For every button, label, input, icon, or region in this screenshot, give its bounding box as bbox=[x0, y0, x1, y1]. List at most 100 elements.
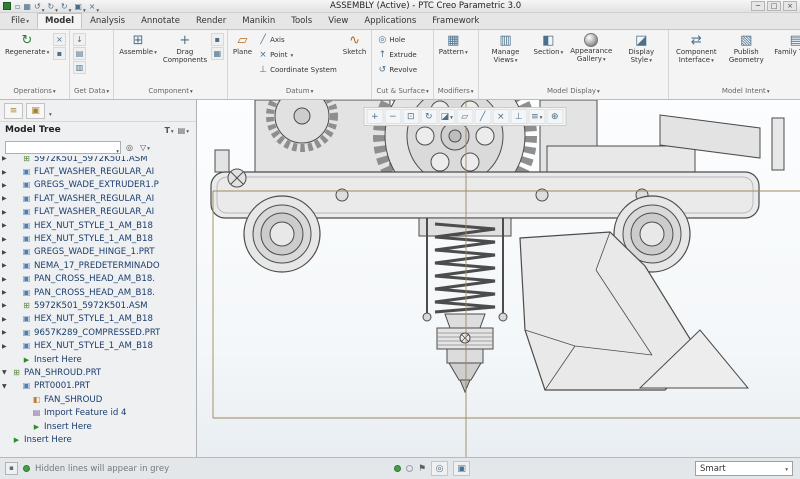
operations-tool-icon[interactable]: ▪ bbox=[53, 47, 66, 60]
search-history-caret-icon[interactable] bbox=[115, 138, 119, 157]
file-tab[interactable]: File bbox=[3, 13, 37, 29]
component-group-label[interactable]: Component bbox=[114, 87, 227, 99]
delete-icon[interactable]: × bbox=[53, 33, 66, 46]
display-style-button[interactable]: ◪ bbox=[438, 109, 455, 124]
flag-icon[interactable]: ⚑ bbox=[418, 464, 426, 474]
create-component-icon[interactable]: ▪ bbox=[211, 33, 224, 46]
regenerate-button[interactable]: ↻ Regenerate bbox=[3, 32, 51, 59]
hole-button[interactable]: ◎Hole bbox=[375, 33, 419, 47]
save-button[interactable]: ▦ bbox=[22, 1, 32, 12]
model-intent-group-label[interactable]: Model Intent bbox=[669, 87, 800, 99]
repaint-button[interactable]: ↻ bbox=[420, 109, 437, 124]
expand-arrow-icon[interactable]: ▼ bbox=[2, 383, 11, 390]
applications-tab[interactable]: Applications bbox=[356, 13, 424, 29]
small-gear[interactable] bbox=[270, 100, 334, 148]
refit-button[interactable]: ⊡ bbox=[402, 109, 419, 124]
expand-arrow-icon[interactable]: ▶ bbox=[2, 289, 11, 296]
manage-views-button[interactable]: ▥ Manage Views bbox=[482, 32, 530, 66]
tree-filter-funnel-icon[interactable]: ▽ bbox=[138, 143, 152, 152]
tree-filters-icon[interactable]: T bbox=[162, 126, 175, 135]
tree-row[interactable]: Insert Here bbox=[0, 420, 196, 433]
tree-row[interactable]: ▶ FLAT_WASHER_REGULAR_AI bbox=[0, 165, 196, 178]
tree-row[interactable]: ▶ GREGS_WADE_HINGE_1.PRT bbox=[0, 246, 196, 259]
tree-row[interactable]: ▶ HEX_NUT_STYLE_1_AM_B18 bbox=[0, 219, 196, 232]
import-icon[interactable]: ↓ bbox=[73, 33, 86, 46]
axis-button[interactable]: ╱Axis bbox=[256, 33, 339, 47]
expand-arrow-icon[interactable]: ▶ bbox=[2, 316, 11, 323]
tree-row[interactable]: ▶ PAN_CROSS_HEAD_AM_B18. bbox=[0, 273, 196, 286]
tree-row[interactable]: ▶ GREGS_WADE_EXTRUDER1.P bbox=[0, 179, 196, 192]
new-button[interactable]: ▫ bbox=[14, 1, 21, 12]
hotend[interactable] bbox=[437, 314, 493, 392]
tree-row[interactable]: ▶ NEMA_17_PREDETERMINADO bbox=[0, 259, 196, 272]
expand-arrow-icon[interactable]: ▶ bbox=[2, 169, 11, 176]
zoom-out-button[interactable]: − bbox=[384, 109, 401, 124]
3d-model-viewport[interactable] bbox=[197, 100, 800, 457]
datum-group-label[interactable]: Datum bbox=[228, 87, 372, 99]
section-button[interactable]: ◧ Section bbox=[532, 32, 566, 59]
appearance-gallery-button[interactable]: Appearance Gallery bbox=[567, 32, 615, 65]
hex-screw[interactable] bbox=[228, 169, 246, 187]
display-style-button[interactable]: ◪ Display Style bbox=[617, 32, 665, 66]
tree-row[interactable]: ▶ HEX_NUT_STYLE_1_AM_B18 bbox=[0, 313, 196, 326]
cut-surface-group-label[interactable]: Cut & Surface bbox=[372, 87, 432, 99]
find-in-tree-icon[interactable]: ◎ bbox=[124, 143, 135, 152]
find-button[interactable]: ◎ bbox=[431, 461, 448, 476]
model-display-group-label[interactable]: Model Display bbox=[479, 87, 669, 99]
component-interface-button[interactable]: ⇄ Component Interface bbox=[672, 32, 720, 66]
tools-tab[interactable]: Tools bbox=[283, 13, 320, 29]
manikin-tab[interactable]: Manikin bbox=[234, 13, 283, 29]
expand-arrow-icon[interactable]: ▶ bbox=[2, 276, 11, 283]
tree-row[interactable]: ▼ PAN_SHROUD.PRT bbox=[0, 366, 196, 379]
minimize-button[interactable]: ─ bbox=[751, 1, 765, 11]
pattern-button[interactable]: ▦ Pattern bbox=[437, 32, 470, 59]
expand-arrow-icon[interactable]: ▼ bbox=[2, 369, 11, 376]
fan-shroud[interactable] bbox=[520, 232, 748, 390]
tree-search-box[interactable] bbox=[5, 141, 121, 154]
expand-arrow-icon[interactable]: ▶ bbox=[2, 329, 11, 336]
tree-row[interactable]: ▶ PAN_CROSS_HEAD_AM_B18. bbox=[0, 286, 196, 299]
render-tab[interactable]: Render bbox=[188, 13, 234, 29]
spring[interactable] bbox=[435, 224, 495, 312]
maximize-button[interactable]: □ bbox=[767, 1, 781, 11]
datum-point-display-button[interactable]: × bbox=[492, 109, 509, 124]
tree-search-input[interactable] bbox=[6, 143, 115, 152]
model-tree-tab[interactable]: ≡ bbox=[4, 103, 23, 119]
shrinkwrap-icon[interactable]: ▥ bbox=[73, 61, 86, 74]
datum-plane-display-button[interactable]: ▱ bbox=[456, 109, 473, 124]
coordinate-system-button[interactable]: ⊥Coordinate System bbox=[256, 63, 339, 77]
close-button[interactable]: × bbox=[783, 1, 797, 11]
tree-row[interactable]: FAN_SHROUD bbox=[0, 393, 196, 406]
annotation-display-button[interactable]: ≡ bbox=[528, 109, 545, 124]
family-table-button[interactable]: ▤ Family Table bbox=[772, 32, 800, 58]
get-data-group-label[interactable]: Get Data bbox=[70, 87, 113, 99]
tree-row[interactable]: Import Feature id 4 bbox=[0, 406, 196, 419]
assemble-button[interactable]: ⊞ Assemble bbox=[117, 32, 159, 59]
expand-arrow-icon[interactable]: ▶ bbox=[2, 302, 11, 309]
tree-row[interactable]: ▶ FLAT_WASHER_REGULAR_AI bbox=[0, 206, 196, 219]
datum-axis-display-button[interactable]: ╱ bbox=[474, 109, 491, 124]
graphics-area[interactable]: + − ⊡ ↻ ◪ bbox=[197, 100, 800, 457]
spin-center-button[interactable]: ⊕ bbox=[546, 109, 563, 124]
model-tab[interactable]: Model bbox=[37, 13, 82, 29]
expand-arrow-icon[interactable]: ▶ bbox=[2, 343, 11, 350]
sketch-button[interactable]: ∿ Sketch bbox=[341, 32, 369, 58]
extrude-button[interactable]: ↑Extrude bbox=[375, 48, 419, 62]
expand-arrow-icon[interactable]: ▶ bbox=[2, 249, 11, 256]
point-button[interactable]: ×Point bbox=[256, 48, 339, 62]
nozzle[interactable] bbox=[449, 363, 481, 380]
model-select-button[interactable]: ▣ bbox=[453, 461, 470, 476]
tree-row[interactable]: ▶ 5972K501_5972K501.ASM bbox=[0, 299, 196, 312]
navigator-tabs-caret-icon[interactable] bbox=[48, 101, 52, 120]
tree-row[interactable]: ▶ FLAT_WASHER_REGULAR_AI bbox=[0, 192, 196, 205]
tree-row[interactable]: ▶ HEX_NUT_STYLE_1_AM_B18 bbox=[0, 232, 196, 245]
tree-row[interactable]: ▶ 5972K501_5972K501.ASM bbox=[0, 156, 196, 165]
expand-arrow-icon[interactable]: ▶ bbox=[2, 209, 11, 216]
spring-assembly[interactable] bbox=[419, 218, 511, 321]
selection-filter-dropdown[interactable]: Smart bbox=[695, 461, 793, 476]
zoom-in-button[interactable]: + bbox=[366, 109, 383, 124]
tree-columns-icon[interactable]: ▤ bbox=[176, 126, 191, 135]
expand-arrow-icon[interactable]: ▶ bbox=[2, 156, 11, 162]
expand-arrow-icon[interactable]: ▶ bbox=[2, 182, 11, 189]
view-tab[interactable]: View bbox=[320, 13, 356, 29]
